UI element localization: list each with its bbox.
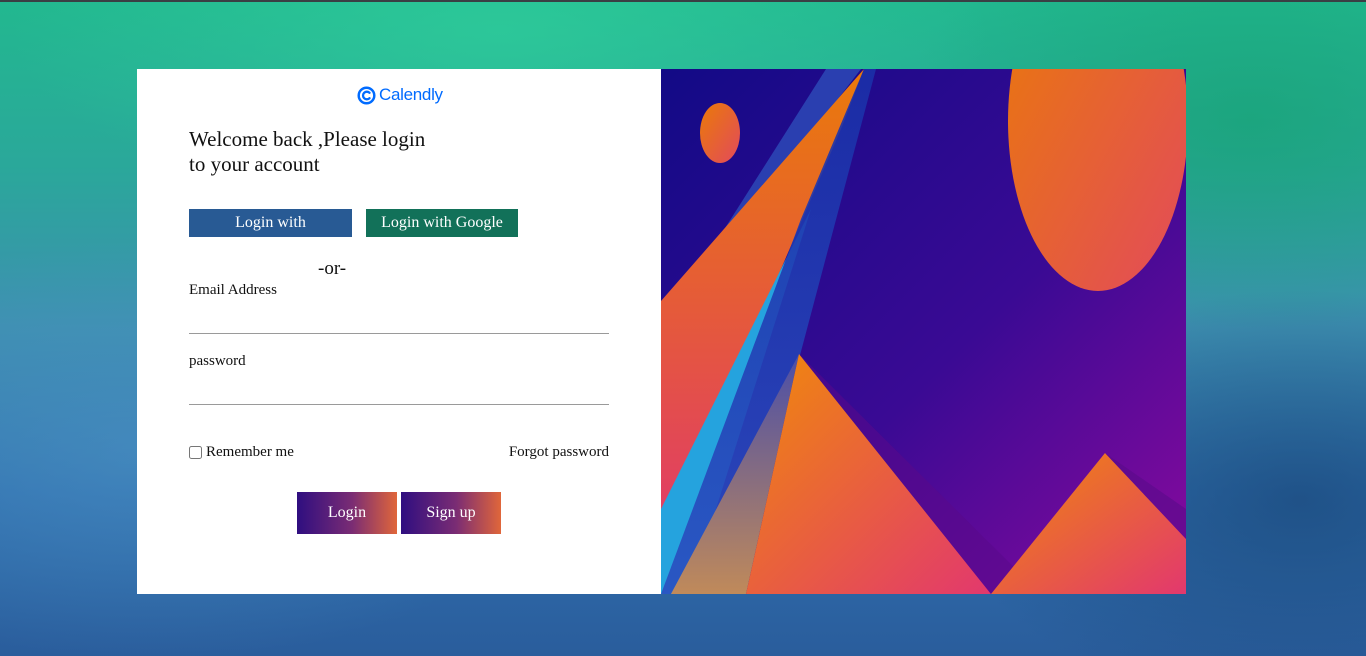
password-field[interactable] [189,379,609,405]
login-google-button[interactable]: Login with Google [366,209,518,237]
logo-text: Calendly [379,85,443,104]
login-facebook-button[interactable]: Login with facebook [189,209,352,259]
password-label: password [189,353,246,369]
email-label: Email Address [189,282,277,298]
welcome-line-2: to your account [189,152,320,176]
window-top-border [0,0,1366,2]
signup-button[interactable]: Sign up [401,492,501,534]
welcome-heading: Welcome back ,Please login to your accou… [189,127,449,177]
calendly-logo: Calendly [357,85,443,105]
login-button[interactable]: Login [297,492,397,534]
login-card: Calendly Welcome back ,Please login to y… [137,69,1186,594]
remember-me-checkbox[interactable] [189,446,202,459]
remember-me-label: Remember me [206,444,294,460]
email-field[interactable] [189,308,609,334]
login-form-panel: Calendly Welcome back ,Please login to y… [137,69,661,594]
calendly-logo-icon [357,85,376,105]
or-divider-text: -or- [318,258,347,279]
forgot-password-link[interactable]: Forgot password [509,444,609,461]
illustration-panel [661,69,1186,594]
welcome-line-1: Welcome back ,Please login [189,127,426,151]
geometric-mountains-illustration-icon [661,69,1186,594]
remember-me-row: Remember me [189,444,294,461]
